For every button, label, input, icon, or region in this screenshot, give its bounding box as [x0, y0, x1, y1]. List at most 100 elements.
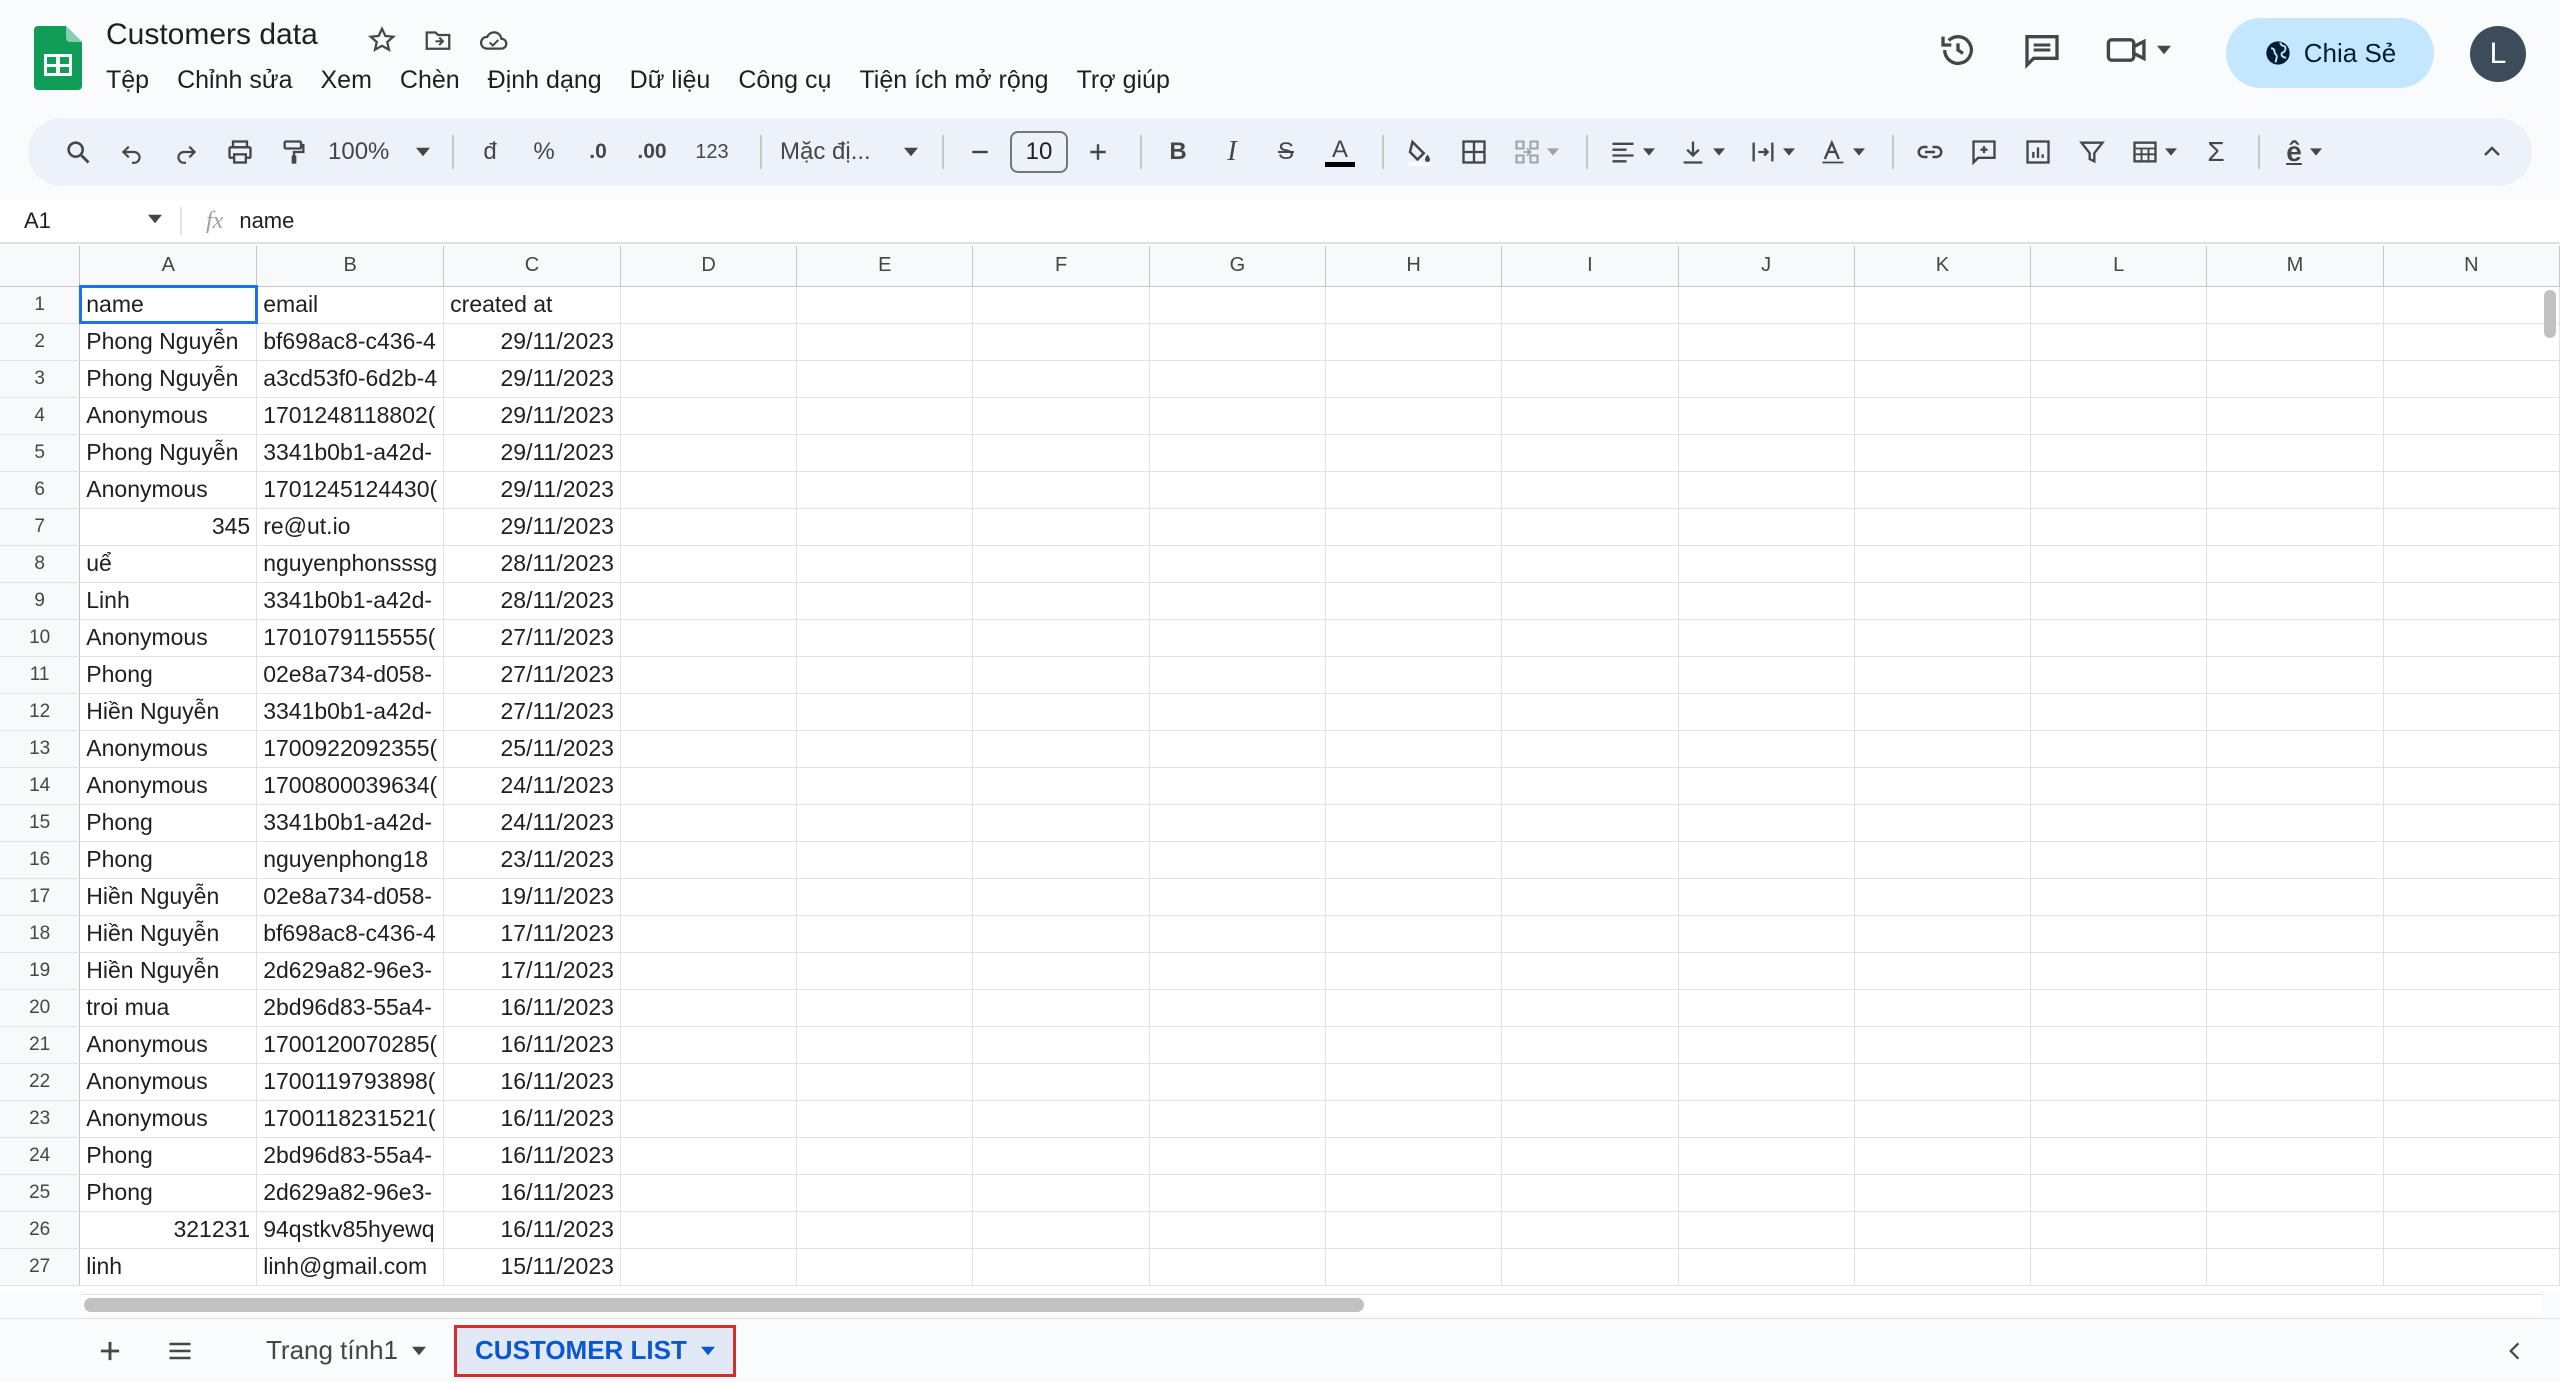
- menu-file[interactable]: Tệp: [106, 64, 163, 96]
- empty-cell[interactable]: [796, 286, 974, 324]
- empty-cell[interactable]: [1501, 656, 1679, 694]
- empty-cell[interactable]: [1149, 1063, 1327, 1101]
- column-header-i[interactable]: I: [1501, 246, 1679, 287]
- empty-cell[interactable]: [1325, 1026, 1503, 1064]
- row-header[interactable]: 16: [0, 841, 81, 879]
- cell-email[interactable]: a3cd53f0-6d2b-4: [256, 360, 445, 398]
- empty-cell[interactable]: [1854, 915, 2032, 953]
- empty-cell[interactable]: [1325, 1063, 1503, 1101]
- empty-cell[interactable]: [620, 1100, 798, 1138]
- empty-cell[interactable]: [1149, 915, 1327, 953]
- empty-cell[interactable]: [2206, 841, 2384, 879]
- empty-cell[interactable]: [972, 693, 1150, 731]
- empty-cell[interactable]: [972, 434, 1150, 472]
- empty-cell[interactable]: [1501, 915, 1679, 953]
- vertical-scrollbar[interactable]: [2544, 290, 2556, 338]
- cell-email[interactable]: linh@gmail.com: [256, 1248, 445, 1286]
- empty-cell[interactable]: [1854, 286, 2032, 324]
- empty-cell[interactable]: [1325, 804, 1503, 842]
- empty-cell[interactable]: [2383, 323, 2560, 361]
- empty-cell[interactable]: [2030, 693, 2208, 731]
- cell-email[interactable]: 2d629a82-96e3-: [256, 952, 445, 990]
- empty-cell[interactable]: [2383, 1211, 2560, 1249]
- empty-cell[interactable]: [1501, 730, 1679, 768]
- meet-video-icon[interactable]: [2098, 22, 2178, 78]
- empty-cell[interactable]: [1501, 508, 1679, 546]
- empty-cell[interactable]: [2383, 1100, 2560, 1138]
- empty-cell[interactable]: [972, 989, 1150, 1027]
- empty-cell[interactable]: [1678, 804, 1855, 842]
- empty-cell[interactable]: [2030, 1026, 2208, 1064]
- empty-cell[interactable]: [2206, 508, 2384, 546]
- cell-email[interactable]: 1701079115555(: [256, 619, 445, 657]
- empty-cell[interactable]: [620, 434, 798, 472]
- undo-icon[interactable]: [108, 128, 156, 176]
- empty-cell[interactable]: [1325, 878, 1503, 916]
- empty-cell[interactable]: [2206, 1063, 2384, 1101]
- empty-cell[interactable]: [1501, 1063, 1679, 1101]
- empty-cell[interactable]: [620, 841, 798, 879]
- empty-cell[interactable]: [620, 360, 798, 398]
- empty-cell[interactable]: [1678, 841, 1855, 879]
- cell-created-at[interactable]: 27/11/2023: [443, 656, 621, 694]
- cell-created-at[interactable]: 28/11/2023: [443, 582, 621, 620]
- empty-cell[interactable]: [1678, 471, 1855, 509]
- row-header[interactable]: 10: [0, 619, 81, 657]
- empty-cell[interactable]: [1149, 471, 1327, 509]
- empty-cell[interactable]: [796, 693, 974, 731]
- insert-comment-icon[interactable]: [1960, 128, 2008, 176]
- share-button[interactable]: Chia Sẻ: [2226, 18, 2434, 88]
- cell-created-at[interactable]: 29/11/2023: [443, 471, 621, 509]
- cell-created-at[interactable]: 16/11/2023: [443, 1137, 621, 1175]
- empty-cell[interactable]: [796, 1063, 974, 1101]
- cell-created-at[interactable]: 27/11/2023: [443, 693, 621, 731]
- empty-cell[interactable]: [2206, 360, 2384, 398]
- empty-cell[interactable]: [1149, 1026, 1327, 1064]
- empty-cell[interactable]: [1854, 471, 2032, 509]
- empty-cell[interactable]: [1501, 434, 1679, 472]
- empty-cell[interactable]: [2206, 1211, 2384, 1249]
- empty-cell[interactable]: [1678, 989, 1855, 1027]
- empty-cell[interactable]: [972, 1026, 1150, 1064]
- empty-cell[interactable]: [2030, 545, 2208, 583]
- search-icon[interactable]: [54, 128, 102, 176]
- paint-format-icon[interactable]: [270, 128, 318, 176]
- row-header[interactable]: 15: [0, 804, 81, 842]
- empty-cell[interactable]: [1501, 619, 1679, 657]
- empty-cell[interactable]: [1149, 1100, 1327, 1138]
- empty-cell[interactable]: [1325, 1174, 1503, 1212]
- empty-cell[interactable]: [1854, 545, 2032, 583]
- empty-cell[interactable]: [796, 730, 974, 768]
- sheet-tab-trang-tinh1[interactable]: Trang tính1: [248, 1325, 444, 1377]
- menu-edit[interactable]: Chỉnh sửa: [177, 64, 306, 96]
- empty-cell[interactable]: [620, 471, 798, 509]
- empty-cell[interactable]: [1501, 545, 1679, 583]
- empty-cell[interactable]: [1325, 915, 1503, 953]
- empty-cell[interactable]: [796, 1248, 974, 1286]
- empty-cell[interactable]: [1854, 508, 2032, 546]
- column-header-b[interactable]: B: [256, 246, 445, 287]
- empty-cell[interactable]: [1325, 656, 1503, 694]
- empty-cell[interactable]: [620, 804, 798, 842]
- empty-cell[interactable]: [1501, 323, 1679, 361]
- empty-cell[interactable]: [1678, 397, 1855, 435]
- column-header-j[interactable]: J: [1678, 246, 1855, 287]
- empty-cell[interactable]: [1854, 397, 2032, 435]
- empty-cell[interactable]: [1501, 471, 1679, 509]
- cell-email[interactable]: 94qstkv85hyewq: [256, 1211, 445, 1249]
- empty-cell[interactable]: [1678, 730, 1855, 768]
- empty-cell[interactable]: [620, 1248, 798, 1286]
- empty-cell[interactable]: [1854, 434, 2032, 472]
- empty-cell[interactable]: [796, 1026, 974, 1064]
- empty-cell[interactable]: [2030, 1174, 2208, 1212]
- empty-cell[interactable]: [1501, 989, 1679, 1027]
- empty-cell[interactable]: [972, 804, 1150, 842]
- cell-created-at[interactable]: 29/11/2023: [443, 508, 621, 546]
- cell-email[interactable]: nguyenphong18: [256, 841, 445, 879]
- empty-cell[interactable]: [2030, 619, 2208, 657]
- empty-cell[interactable]: [1149, 360, 1327, 398]
- empty-cell[interactable]: [2383, 841, 2560, 879]
- empty-cell[interactable]: [2383, 656, 2560, 694]
- empty-cell[interactable]: [1501, 1211, 1679, 1249]
- row-header[interactable]: 12: [0, 693, 81, 731]
